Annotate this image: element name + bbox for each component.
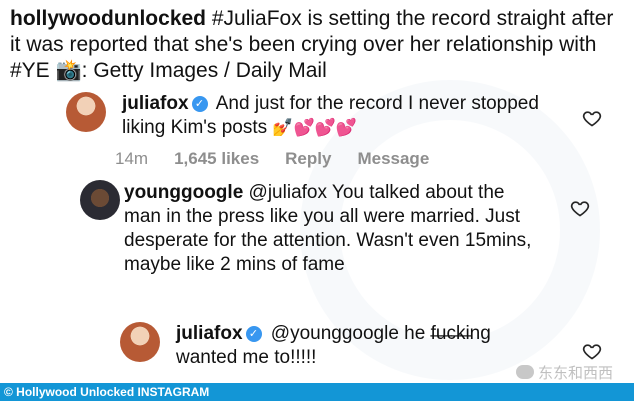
wechat-watermark-text: 东东和西西 — [538, 364, 614, 382]
comment-text: juliafox ✓ And just for the record I neve… — [122, 92, 562, 140]
message-button[interactable]: Message — [357, 149, 429, 169]
comment-text: younggoogle @juliafox You talked about t… — [124, 181, 544, 277]
comment-username[interactable]: younggoogle — [124, 182, 243, 203]
comment-meta: 14m 1,645 likes Reply Message — [115, 149, 429, 169]
avatar[interactable] — [66, 92, 106, 132]
wechat-watermark: 东东和西西 — [516, 362, 613, 383]
like-comment-heart-icon[interactable] — [570, 198, 590, 218]
emoji: 💅💕💕💕 — [272, 118, 358, 138]
comment-text: juliafox ✓ @younggoogle he f̶u̶c̶k̶ing wa… — [176, 322, 536, 370]
comment-username[interactable]: juliafox — [122, 93, 189, 114]
verified-badge-icon: ✓ — [245, 326, 262, 342]
comment-time: 14m — [115, 149, 149, 168]
like-comment-heart-icon[interactable] — [582, 108, 602, 128]
wechat-icon — [516, 365, 534, 379]
avatar[interactable] — [120, 322, 160, 362]
image-credit: © Hollywood Unlocked INSTAGRAM — [4, 385, 210, 399]
likes-count[interactable]: 1,645 likes — [174, 149, 259, 169]
avatar[interactable] — [80, 180, 120, 220]
caption-username[interactable]: hollywoodunlocked — [10, 7, 206, 30]
verified-badge-icon: ✓ — [191, 96, 208, 112]
comment-username[interactable]: juliafox — [176, 323, 243, 344]
like-comment-heart-icon[interactable] — [582, 341, 602, 361]
image-credit-bar: © Hollywood Unlocked INSTAGRAM — [0, 383, 634, 401]
post-caption: hollywoodunlocked #JuliaFox is setting t… — [10, 6, 625, 84]
reply-button[interactable]: Reply — [285, 149, 331, 169]
